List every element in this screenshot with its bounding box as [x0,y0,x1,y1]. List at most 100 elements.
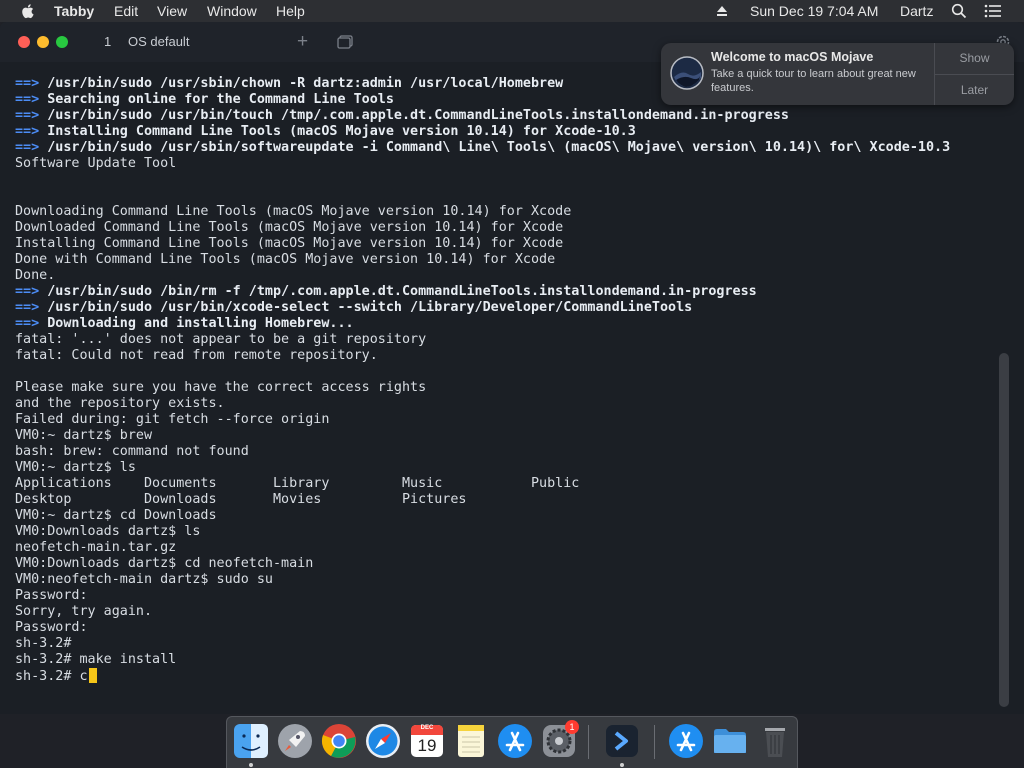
menu-edit[interactable]: Edit [114,3,138,19]
terminal-line: fatal: Could not read from remote reposi… [15,348,995,364]
terminal-line-text: Password: [15,588,88,603]
app-menu[interactable]: Tabby [54,3,94,19]
terminal-line: ==> /usr/bin/sudo /usr/sbin/softwareupda… [15,140,995,156]
notification-center-icon[interactable] [984,4,1002,18]
tabby-terminal-icon[interactable] [604,723,640,759]
tab-os-default[interactable]: OS default [128,34,189,49]
terminal-line: ==> Installing Command Line Tools (macOS… [15,124,995,140]
menubar-clock[interactable]: Sun Dec 19 7:04 AM [750,3,878,19]
finder-running-dot [249,763,253,767]
zoom-button[interactable] [56,36,68,48]
terminal-line: Applications Documents Library Music Pub… [15,476,995,492]
terminal-line: fatal: '...' does not appear to be a git… [15,332,995,348]
terminal-cursor [88,668,97,683]
terminal-line: ==> /usr/bin/sudo /usr/bin/xcode-select … [15,300,995,316]
eject-icon[interactable] [716,5,728,17]
terminal-line-text: VM0:~ dartz$ cd Downloads [15,508,217,523]
terminal-line-text: Downloaded Command Line Tools (macOS Moj… [15,220,564,235]
minimize-button[interactable] [37,36,49,48]
terminal-line-text: fatal: '...' does not appear to be a git… [15,332,427,347]
terminal-line-text: VM0:neofetch-main dartz$ sudo su [15,572,273,587]
terminal-line-text: sh-3.2# make install [15,652,177,667]
terminal-line-text: /usr/bin/sudo /bin/rm -f /tmp/.com.apple… [39,284,757,299]
dock: DEC 19 1 [226,716,798,768]
safari-icon[interactable] [365,723,401,759]
terminal-line-text: Failed during: git fetch --force origin [15,412,330,427]
applications-folder-icon[interactable] [668,723,704,759]
notification-button-divider [935,74,1014,75]
scrollbar[interactable] [999,353,1009,707]
terminal-window: 1 OS default + ==> /usr/bin/sudo /usr/sb… [0,22,1024,714]
terminal-line: VM0:Downloads dartz$ ls [15,524,995,540]
tabby-running-dot [620,763,624,767]
terminal-line: Downloading Command Line Tools (macOS Mo… [15,204,995,220]
terminal-line: ==> Downloading and installing Homebrew.… [15,316,995,332]
terminal-line-text: Done. [15,268,56,283]
notes-icon[interactable] [453,723,489,759]
trash-icon[interactable] [757,723,793,759]
menu-window[interactable]: Window [207,3,257,19]
notification-show-button[interactable]: Show [935,51,1014,65]
terminal-line-text: Software Update Tool [15,156,177,171]
terminal-line: Failed during: git fetch --force origin [15,412,995,428]
terminal-line-text: Sorry, try again. [15,604,153,619]
terminal-line-text: /usr/bin/sudo /usr/bin/xcode-select --sw… [39,300,693,315]
new-tab-button[interactable]: + [297,32,308,51]
terminal-line: and the repository exists. [15,396,995,412]
welcome-notification[interactable]: Welcome to macOS Mojave Take a quick tou… [661,43,1014,105]
prompt-arrow: ==> [15,140,40,155]
menubar-user[interactable]: Dartz [900,3,933,19]
terminal-line-text: sh-3.2# [15,636,72,651]
notification-later-button[interactable]: Later [935,83,1014,97]
dock-separator [588,725,589,759]
terminal-line-text: Done with Command Line Tools (macOS Moja… [15,252,556,267]
terminal-line: Done. [15,268,995,284]
apple-menu-icon[interactable] [18,1,38,21]
prompt-arrow: ==> [15,124,40,139]
calendar-month: DEC [420,725,434,731]
calendar-day: 19 [417,736,437,755]
dock-separator [654,725,655,759]
terminal-line-text: /usr/bin/sudo /usr/sbin/chown -R dartz:a… [39,76,564,91]
downloads-folder-icon[interactable] [712,723,748,759]
terminal-line: Password: [15,620,995,636]
menu-view[interactable]: View [157,3,187,19]
prompt-arrow: ==> [15,108,40,123]
terminal-line: Downloaded Command Line Tools (macOS Moj… [15,220,995,236]
terminal-line-text: VM0:Downloads dartz$ ls [15,524,201,539]
app-store-icon[interactable] [497,723,533,759]
new-window-icon[interactable] [337,35,353,49]
terminal-output[interactable]: ==> /usr/bin/sudo /usr/sbin/chown -R dar… [15,76,995,706]
terminal-line-text: Downloading Command Line Tools (macOS Mo… [15,204,572,219]
menu-help[interactable]: Help [276,3,305,19]
terminal-line: bash: brew: command not found [15,444,995,460]
terminal-line-text: Downloading and installing Homebrew... [39,316,354,331]
terminal-line-text: and the repository exists. [15,396,225,411]
terminal-line: ==> /usr/bin/sudo /usr/bin/touch /tmp/.c… [15,108,995,124]
launchpad-icon[interactable] [277,723,313,759]
finder-icon[interactable] [233,723,269,759]
prompt-arrow: ==> [15,300,40,315]
terminal-line: sh-3.2# c [15,668,995,684]
spotlight-search-icon[interactable] [951,3,967,19]
terminal-line-text: Searching online for the Command Line To… [39,92,394,107]
macos-mojave-icon [670,56,704,90]
terminal-line: neofetch-main.tar.gz [15,540,995,556]
terminal-line-text: Password: [15,620,88,635]
tab-number[interactable]: 1 [104,34,111,49]
close-button[interactable] [18,36,30,48]
terminal-line-text: Desktop Downloads Movies Pictures [15,492,467,507]
terminal-line-text: VM0:~ dartz$ brew [15,428,153,443]
terminal-line: Password: [15,588,995,604]
terminal-line: Desktop Downloads Movies Pictures [15,492,995,508]
terminal-line: VM0:~ dartz$ cd Downloads [15,508,995,524]
terminal-line: Software Update Tool [15,156,995,172]
menu-bar: Tabby Edit View Window Help Sun Dec 19 7… [0,0,1024,22]
terminal-line: Installing Command Line Tools (macOS Moj… [15,236,995,252]
terminal-line-text: /usr/bin/sudo /usr/bin/touch /tmp/.com.a… [39,108,789,123]
terminal-line-text: neofetch-main.tar.gz [15,540,177,555]
chrome-icon[interactable] [321,723,357,759]
notification-body: Take a quick tour to learn about great n… [711,68,916,94]
